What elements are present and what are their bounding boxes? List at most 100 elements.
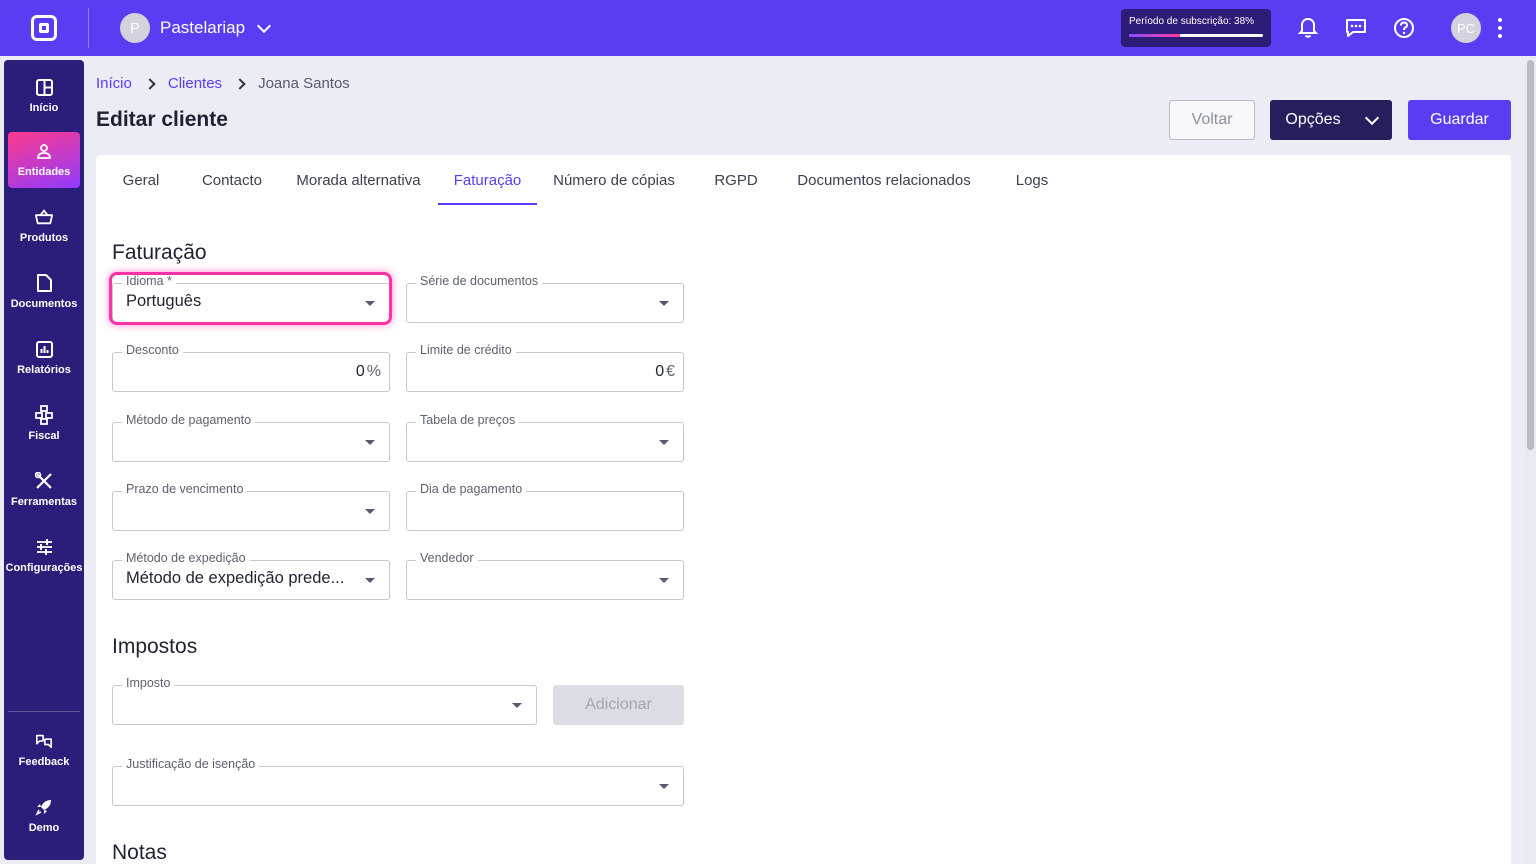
payment-day-label: Dia de pagamento	[416, 482, 527, 496]
payment-method-label: Método de pagamento	[122, 413, 256, 427]
back-button[interactable]: Voltar	[1169, 100, 1255, 140]
sidebar-item-produtos[interactable]: Produtos	[8, 198, 80, 254]
caret-down-icon	[659, 578, 669, 583]
save-button[interactable]: Guardar	[1408, 100, 1511, 140]
sidebar-item-ferramentas[interactable]: Ferramentas	[8, 462, 80, 518]
subscription-track	[1129, 34, 1263, 37]
subscription-label: Período de subscrição: 38%	[1129, 16, 1255, 27]
form-card: Geral Contacto Morada alternativa Fatura…	[96, 155, 1511, 864]
company-selector[interactable]: P Pastelariap	[120, 13, 272, 43]
page-scrollbar[interactable]	[1525, 56, 1536, 864]
company-avatar: P	[120, 13, 150, 43]
breadcrumb-current: Joana Santos	[258, 75, 350, 92]
sidebar-item-label: Início	[29, 102, 59, 114]
sidebar-item-entidades[interactable]: Entidades	[8, 132, 80, 188]
document-series-select[interactable]: Série de documentos	[406, 274, 684, 323]
sidebar-item-label: Produtos	[19, 232, 69, 244]
sidebar-item-relatorios[interactable]: Relatórios	[8, 330, 80, 386]
exemption-reason-select[interactable]: Justificação de isenção	[112, 757, 684, 806]
due-term-label: Prazo de vencimento	[122, 482, 248, 496]
breadcrumb-clientes[interactable]: Clientes	[168, 75, 222, 92]
credit-limit-value-wrap: 0 €	[655, 363, 675, 381]
credit-limit-unit: €	[666, 363, 675, 380]
tab-numero-de-copias[interactable]: Número de cópias	[548, 155, 680, 205]
tab-faturacao[interactable]: Faturação	[438, 155, 537, 205]
seller-label: Vendedor	[416, 551, 478, 565]
payment-day-field[interactable]: Dia de pagamento	[406, 482, 684, 531]
sidebar-item-label: Relatórios	[17, 364, 71, 376]
sidebar-item-fiscal[interactable]: Fiscal	[8, 396, 80, 452]
sidebar-item-demo[interactable]: Demo	[8, 788, 80, 844]
discount-field[interactable]: Desconto 0%	[112, 343, 390, 392]
chevron-down-icon	[1364, 110, 1379, 125]
tab-geral[interactable]: Geral	[107, 155, 175, 205]
caret-down-icon	[365, 301, 375, 306]
billing-section-title: Faturação	[112, 241, 207, 264]
shipping-method-label: Método de expedição	[122, 551, 250, 565]
page-title: Editar cliente	[96, 108, 228, 131]
basket-icon	[35, 208, 53, 226]
sidebar-item-label: Documentos	[10, 298, 78, 310]
due-term-select[interactable]: Prazo de vencimento	[112, 482, 390, 531]
sidebar-item-label: Configurações	[5, 562, 83, 574]
subscription-fill	[1129, 34, 1180, 37]
sidebar-item-configuracoes[interactable]: Configurações	[5, 528, 83, 584]
chat-icon[interactable]	[1344, 16, 1368, 40]
price-table-label: Tabela de preços	[416, 413, 520, 427]
seller-select[interactable]: Vendedor	[406, 551, 684, 600]
discount-value: 0	[355, 363, 365, 380]
sidebar-item-label: Feedback	[18, 756, 70, 768]
discount-unit: %	[366, 363, 381, 380]
sidebar-item-label: Entidades	[17, 166, 71, 178]
add-tax-button[interactable]: Adicionar	[553, 685, 684, 725]
breadcrumb-inicio[interactable]: Início	[96, 75, 132, 92]
price-table-select[interactable]: Tabela de preços	[406, 413, 684, 462]
sidebar-item-label: Demo	[28, 822, 60, 834]
caret-down-icon	[659, 784, 669, 789]
help-icon[interactable]	[1392, 16, 1416, 40]
language-label: Idioma *	[122, 274, 176, 288]
options-button[interactable]: Opções	[1270, 100, 1392, 140]
caret-down-icon	[512, 703, 522, 708]
scrollbar-thumb[interactable]	[1527, 60, 1534, 450]
caret-down-icon	[365, 578, 375, 583]
discount-label: Desconto	[122, 343, 183, 357]
language-select[interactable]: Idioma * Português	[112, 274, 390, 323]
sidebar-item-inicio[interactable]: Início	[8, 68, 80, 124]
caret-down-icon	[365, 440, 375, 445]
credit-limit-label: Limite de crédito	[416, 343, 516, 357]
shipping-method-select[interactable]: Método de expedição Método de expedição …	[112, 551, 390, 600]
sidebar-item-feedback[interactable]: Feedback	[8, 722, 80, 778]
person-icon	[35, 142, 53, 160]
more-options-icon[interactable]	[1497, 18, 1503, 38]
user-avatar[interactable]: PC	[1451, 13, 1481, 43]
sidebar-item-documentos[interactable]: Documentos	[8, 264, 80, 320]
app-logo-icon[interactable]	[31, 15, 57, 41]
chevron-right-icon	[234, 77, 246, 90]
language-value: Português	[126, 292, 202, 310]
caret-down-icon	[659, 440, 669, 445]
tab-rgpd[interactable]: RGPD	[706, 155, 766, 205]
notes-section-title: Notas	[112, 841, 167, 864]
credit-limit-field[interactable]: Limite de crédito 0 €	[406, 343, 684, 392]
discount-value-wrap: 0%	[356, 363, 381, 381]
rocket-icon	[35, 798, 53, 816]
sidebar-item-label: Ferramentas	[10, 496, 78, 508]
subscription-progress[interactable]: Período de subscrição: 38%	[1121, 9, 1271, 47]
caret-down-icon	[365, 509, 375, 514]
document-icon	[35, 274, 53, 292]
tab-bar: Geral Contacto Morada alternativa Fatura…	[96, 155, 1511, 205]
company-name: Pastelariap	[160, 18, 246, 37]
tax-select[interactable]: Imposto	[112, 676, 537, 725]
tab-documentos-relacionados[interactable]: Documentos relacionados	[790, 155, 978, 205]
tab-contacto[interactable]: Contacto	[192, 155, 272, 205]
tab-logs[interactable]: Logs	[1004, 155, 1060, 205]
sidebar-item-label: Fiscal	[28, 430, 60, 442]
report-icon	[35, 340, 53, 358]
fiscal-icon	[35, 405, 53, 425]
grid-icon	[35, 78, 53, 96]
bell-icon[interactable]	[1296, 16, 1320, 40]
breadcrumb: Início Clientes Joana Santos	[96, 75, 350, 92]
payment-method-select[interactable]: Método de pagamento	[112, 413, 390, 462]
tab-morada-alternativa[interactable]: Morada alternativa	[289, 155, 428, 205]
